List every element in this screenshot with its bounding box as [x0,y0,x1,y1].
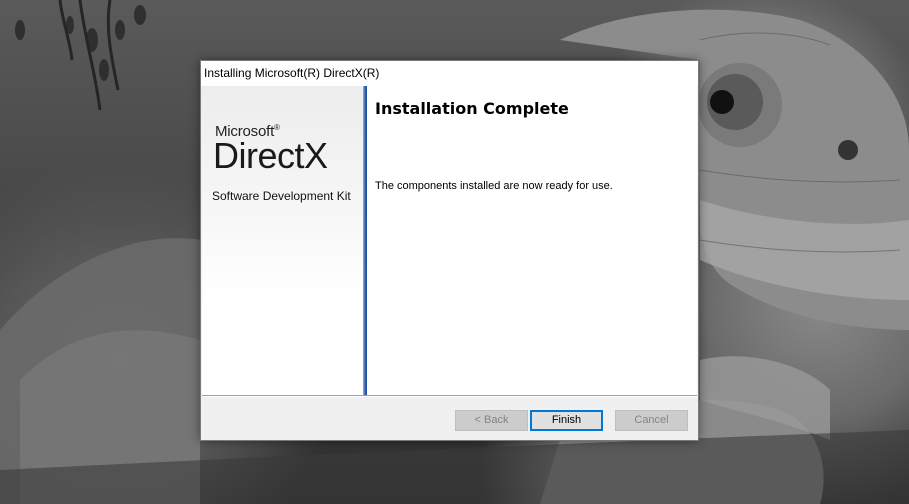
footer-separator [202,395,697,397]
window-title[interactable]: Installing Microsoft(R) DirectX(R) [201,61,698,86]
accent-bar [363,86,367,395]
branding-panel: Microsoft® DirectX Software Development … [202,86,363,395]
page-title: Installation Complete [375,99,569,118]
dialog-content: Microsoft® DirectX Software Development … [202,86,697,395]
registered-mark: ® [274,123,280,132]
desktop-wallpaper: Installing Microsoft(R) DirectX(R) Micro… [0,0,909,504]
completion-message: The components installed are now ready f… [375,180,613,192]
sdk-label: Software Development Kit [212,189,351,203]
directx-logo-text: DirectX [213,135,328,176]
back-button[interactable]: < Back [455,410,528,431]
cancel-button[interactable]: Cancel [615,410,688,431]
installer-dialog: Installing Microsoft(R) DirectX(R) Micro… [200,60,699,441]
finish-button[interactable]: Finish [530,410,603,431]
